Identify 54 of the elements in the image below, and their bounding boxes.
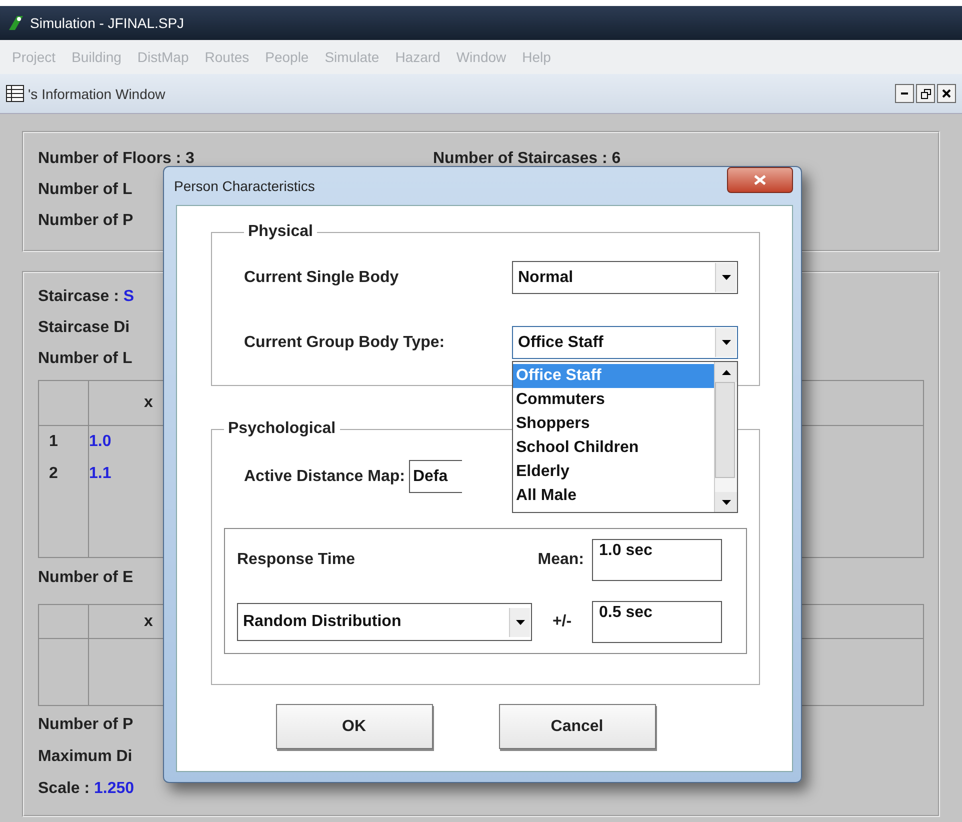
input-field[interactable]: 1.0 sec	[592, 539, 722, 581]
list-option[interactable]: Elderly	[513, 460, 714, 484]
scrollbar[interactable]	[714, 362, 737, 512]
group-legend: Psychological	[224, 420, 340, 438]
table-icon	[6, 85, 24, 102]
scroll-up-icon[interactable]	[722, 370, 730, 374]
info-text: Staircase Di	[38, 319, 130, 336]
field-label: Mean:	[536, 551, 585, 569]
info-text: Number of Floors : 3	[38, 150, 194, 167]
dropdown[interactable]: Office Staff	[512, 326, 738, 359]
dialog-title: Person Characteristics	[174, 178, 315, 194]
info-text: Number of P	[38, 212, 134, 229]
window-title: Simulation - JFINAL.SPJ	[30, 15, 184, 31]
close-button[interactable]	[727, 167, 793, 193]
dialog-button[interactable]: Cancel	[498, 704, 656, 749]
column-header: x	[144, 394, 153, 412]
info-text: Maximum Di	[38, 748, 132, 765]
minimize-button[interactable]	[895, 84, 914, 103]
info-text: Number of P	[38, 716, 134, 733]
table-cell-text: 1.0	[89, 432, 112, 452]
field-label: +/-	[551, 613, 573, 631]
field-label: Current Single Body	[244, 268, 400, 286]
restore-button[interactable]	[916, 84, 935, 103]
list-option[interactable]: School Children	[513, 436, 714, 460]
info-text: Number of Staircases : 6	[433, 150, 621, 167]
close-icon	[754, 175, 766, 185]
dropdown[interactable]: Defa	[408, 460, 462, 493]
list-option[interactable]: All Male	[513, 484, 714, 508]
dropdown[interactable]: Random Distribution	[237, 603, 532, 641]
restore-icon	[920, 88, 930, 98]
dialog-button[interactable]: OK	[276, 704, 432, 749]
close-icon	[942, 89, 951, 98]
table-cell-text: 1.1	[89, 464, 112, 484]
field-label: Active Distance Map:	[244, 468, 405, 486]
list-option[interactable]: Commuters	[513, 388, 714, 412]
info-text: Number of L	[38, 350, 132, 367]
info-text: Scale : 1.250	[38, 780, 134, 797]
info-text: Staircase : S	[38, 288, 134, 305]
group-legend: Physical	[244, 223, 317, 241]
info-text: Number of L	[38, 181, 132, 198]
input-field[interactable]: 0.5 sec	[592, 601, 722, 643]
close-button[interactable]	[937, 84, 956, 103]
minimize-icon	[901, 92, 908, 95]
row-index: 2	[48, 464, 58, 484]
child-window-title: 's Information Window	[28, 86, 166, 102]
list-option[interactable]: Shoppers	[513, 412, 714, 436]
info-text: Number of E	[38, 569, 134, 586]
field-label: Response Time	[237, 551, 356, 569]
app-logo-icon	[8, 15, 24, 31]
field-label: Current Group Body Type:	[244, 334, 446, 352]
row-index: 1	[48, 432, 58, 452]
dropdown[interactable]: Normal	[512, 261, 738, 294]
scroll-down-icon[interactable]	[722, 500, 730, 504]
column-header: x	[144, 612, 153, 630]
